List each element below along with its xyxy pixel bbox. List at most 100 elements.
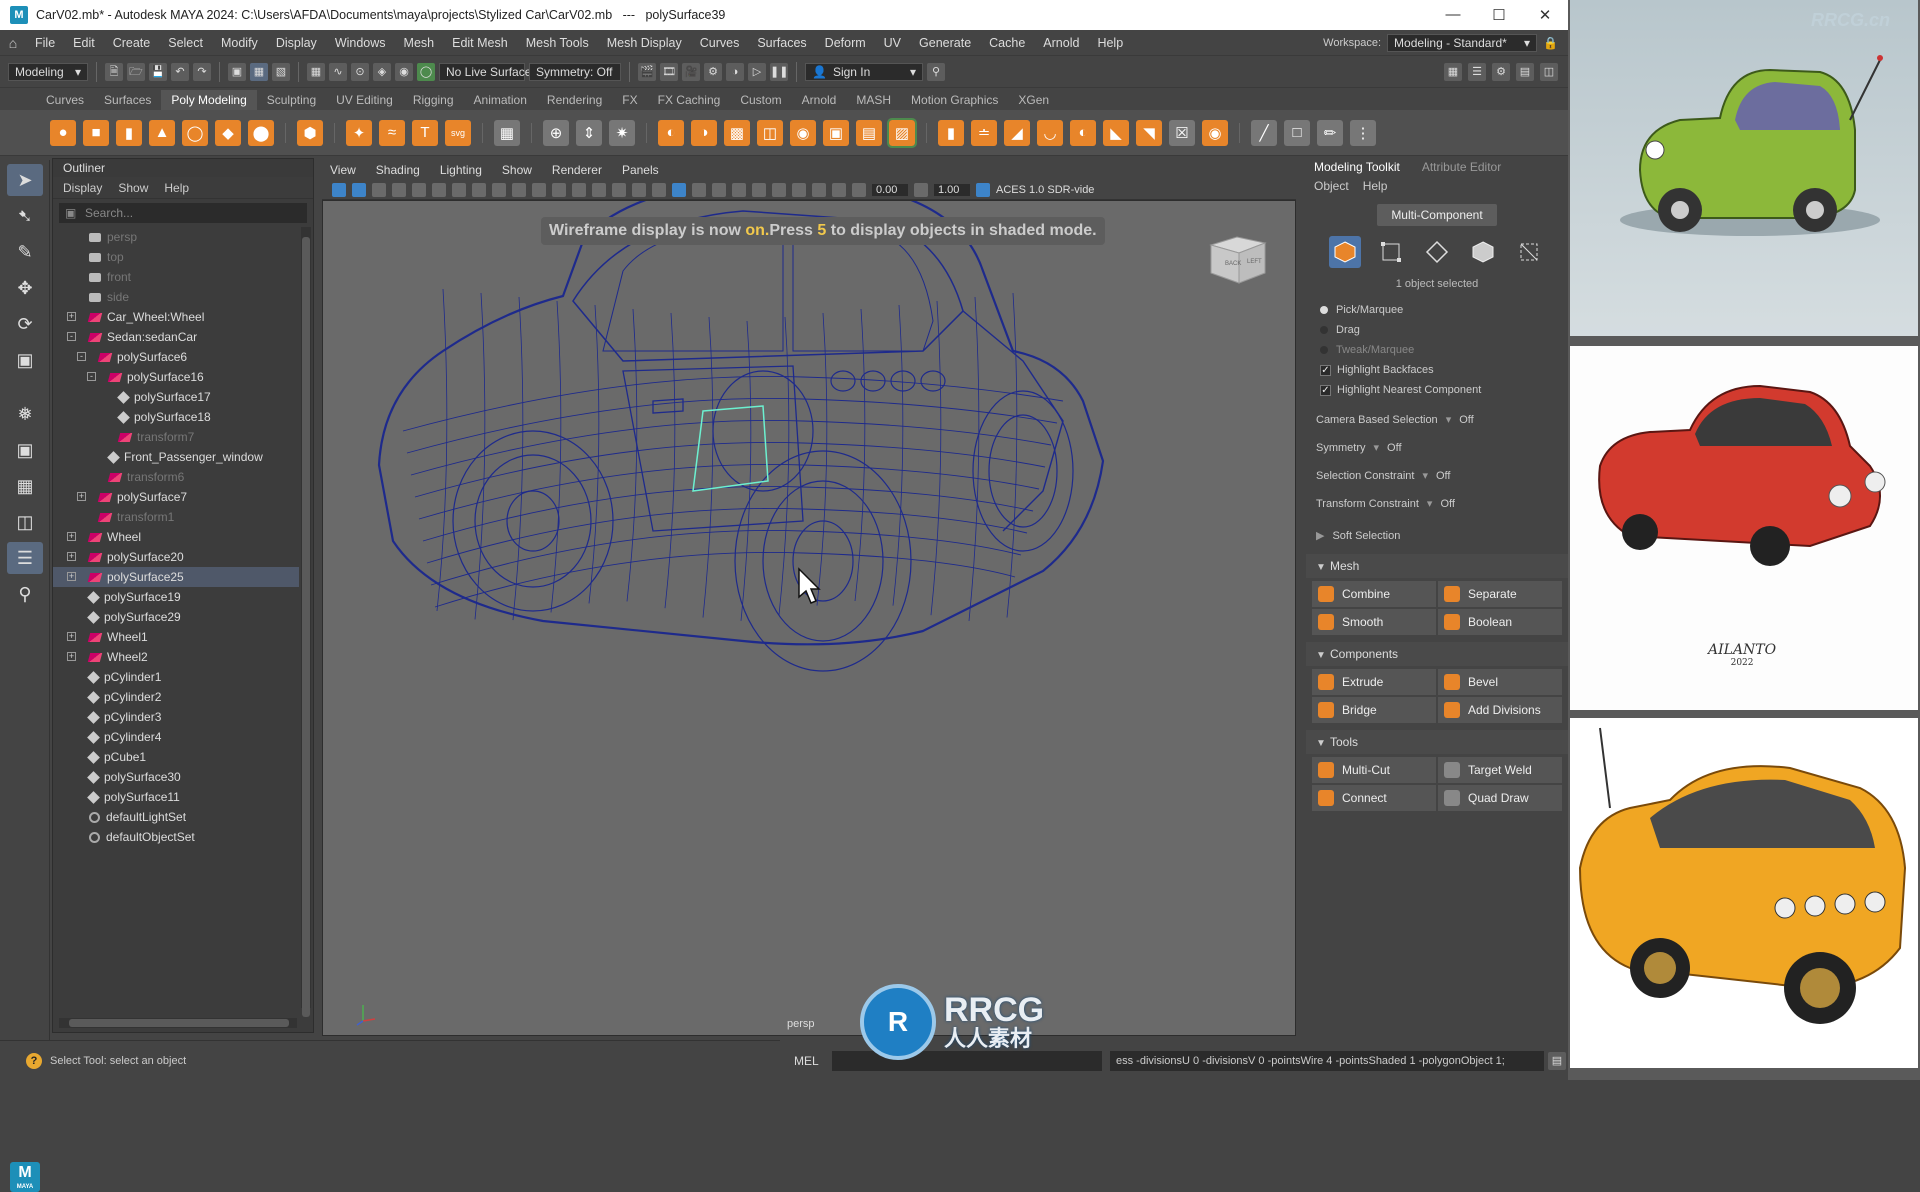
menu-file[interactable]: File xyxy=(26,36,64,50)
last-tool-icon[interactable]: ❅ xyxy=(7,398,43,430)
menu-windows[interactable]: Windows xyxy=(326,36,395,50)
poke-icon[interactable]: ☒ xyxy=(1169,119,1195,146)
boolean-icon[interactable]: ▣ xyxy=(823,119,849,146)
render-settings-icon[interactable]: ⚙ xyxy=(704,62,722,81)
menu-display[interactable]: Display xyxy=(267,36,326,50)
shelf-tab-rigging[interactable]: Rigging xyxy=(403,90,464,110)
open-scene-icon[interactable]: 🗁 xyxy=(127,62,145,81)
viewport-menu-panels[interactable]: Panels xyxy=(622,163,659,177)
select-by-hierarchy-icon[interactable]: ▣ xyxy=(228,62,246,81)
bevel-button[interactable]: Bevel xyxy=(1438,669,1562,695)
shelf-tab-fx-caching[interactable]: FX Caching xyxy=(648,90,731,110)
combine-button[interactable]: Combine xyxy=(1312,581,1436,607)
outliner-item[interactable]: - polySurface6 xyxy=(53,347,299,367)
bevel-icon[interactable]: ◢ xyxy=(1004,119,1030,146)
rotate-tool-icon[interactable]: ⟳ xyxy=(7,308,43,340)
center-pivot-icon[interactable]: ✷ xyxy=(609,119,635,146)
menu-mesh[interactable]: Mesh xyxy=(395,36,444,50)
multi-cut-icon[interactable]: ╱ xyxy=(1251,119,1277,146)
viewport-menu-view[interactable]: View xyxy=(330,163,356,177)
motion-blur-icon[interactable] xyxy=(712,182,726,197)
circularize-icon[interactable]: ◉ xyxy=(1202,119,1228,146)
search-help-icon[interactable]: ⚲ xyxy=(927,62,945,81)
option-transform-constraint[interactable]: Transform Constraint ▾ Off xyxy=(1306,490,1568,518)
outliner-item[interactable]: + polySurface7 xyxy=(53,487,299,507)
layer-editor-toggle-icon[interactable]: ◫ xyxy=(1540,62,1558,81)
outliner-item[interactable]: Front_Passenger_window xyxy=(53,447,299,467)
snap-grid-icon[interactable]: ▦ xyxy=(307,62,325,81)
expand-icon[interactable]: + xyxy=(67,312,76,321)
wireframe-icon[interactable] xyxy=(572,182,586,197)
car-wireframe[interactable] xyxy=(323,201,1296,1036)
tools-section-header[interactable]: ▼ Tools xyxy=(1306,730,1568,754)
shelf-tab-curves[interactable]: Curves xyxy=(36,90,94,110)
svg-icon[interactable]: svg xyxy=(445,119,471,146)
pause-icon[interactable]: ❚❚ xyxy=(770,62,788,81)
menu-arnold[interactable]: Arnold xyxy=(1034,36,1088,50)
smooth-icon[interactable]: ◉ xyxy=(790,119,816,146)
two-pane-layout-icon[interactable]: ◫ xyxy=(7,506,43,538)
option-selection-constraint[interactable]: Selection Constraint ▾ Off xyxy=(1306,462,1568,490)
bridge-icon[interactable]: ≐ xyxy=(971,119,997,146)
components-section-header[interactable]: ▼ Components xyxy=(1306,642,1568,666)
tool-settings-toggle-icon[interactable]: ⚙ xyxy=(1492,62,1510,81)
script-editor-icon[interactable]: ▤ xyxy=(1548,1052,1566,1070)
sweep-mesh-icon[interactable]: ≈ xyxy=(379,119,405,146)
outliner-item[interactable]: defaultObjectSet xyxy=(53,827,299,847)
separate-button[interactable]: Separate xyxy=(1438,581,1562,607)
viewport-menu-show[interactable]: Show xyxy=(502,163,532,177)
grease-pencil-icon[interactable] xyxy=(412,182,426,197)
single-perspective-layout-icon[interactable]: ▣ xyxy=(7,434,43,466)
outliner-h-scrollbar[interactable] xyxy=(59,1018,297,1028)
checkbox-highlight-backfaces[interactable]: ✓ Highlight Backfaces xyxy=(1306,360,1568,380)
viewport-menu-lighting[interactable]: Lighting xyxy=(440,163,482,177)
super-shape-icon[interactable]: ✦ xyxy=(346,119,372,146)
menu-surfaces[interactable]: Surfaces xyxy=(748,36,815,50)
outliner-search-input[interactable]: Search... xyxy=(59,203,307,223)
snap-point-icon[interactable]: ⊙ xyxy=(351,62,369,81)
lasso-tool-icon[interactable]: ➷ xyxy=(7,200,43,232)
snap-curve-icon[interactable]: ∿ xyxy=(329,62,347,81)
mirror-icon[interactable]: ◫ xyxy=(757,119,783,146)
four-view-layout-icon[interactable]: ▦ xyxy=(7,470,43,502)
camera-lock-icon[interactable] xyxy=(432,182,446,197)
home-icon[interactable]: ⌂ xyxy=(0,35,26,51)
selected-component-highlight[interactable] xyxy=(692,405,769,492)
menu-mesh-display[interactable]: Mesh Display xyxy=(598,36,691,50)
menu-edit-mesh[interactable]: Edit Mesh xyxy=(443,36,517,50)
attribute-editor-toggle-icon[interactable]: ☰ xyxy=(1468,62,1486,81)
shadows-icon[interactable] xyxy=(672,182,686,197)
outliner-item[interactable]: - Sedan:sedanCar xyxy=(53,327,299,347)
outliner-item[interactable]: pCylinder3 xyxy=(53,707,299,727)
outliner-item[interactable]: pCylinder1 xyxy=(53,667,299,687)
bookmark-icon[interactable] xyxy=(372,182,386,197)
shelf-tab-uv-editing[interactable]: UV Editing xyxy=(326,90,403,110)
outliner-menu-help[interactable]: Help xyxy=(164,181,189,195)
outliner-item[interactable]: - polySurface16 xyxy=(53,367,299,387)
pivot-icon[interactable]: ⊕ xyxy=(543,119,569,146)
outliner-scrollbar[interactable] xyxy=(301,227,311,1017)
outliner-menu-show[interactable]: Show xyxy=(118,181,148,195)
platonic-solid-icon[interactable]: ⬢ xyxy=(297,119,323,146)
use-lights-icon[interactable] xyxy=(652,182,666,197)
bevel-edge-icon[interactable]: ◣ xyxy=(1103,119,1129,146)
film-gate-icon[interactable] xyxy=(452,182,466,197)
soft-selection-row[interactable]: ▶ Soft Selection xyxy=(1306,522,1568,550)
outliner-item[interactable]: + Wheel1 xyxy=(53,627,299,647)
expand-icon[interactable]: + xyxy=(67,532,76,541)
viewport-menu-renderer[interactable]: Renderer xyxy=(552,163,602,177)
type-icon[interactable]: T xyxy=(412,119,438,146)
checkmark-icon[interactable]: ✓ xyxy=(1320,384,1331,396)
smooth-button[interactable]: Smooth xyxy=(1312,609,1436,635)
radio-tweak-marquee[interactable]: Tweak/Marquee xyxy=(1306,340,1568,360)
poly-sphere-icon[interactable]: ● xyxy=(50,119,76,146)
outliner-item[interactable]: front xyxy=(53,267,299,287)
poly-cube-icon[interactable]: ■ xyxy=(83,119,109,146)
xray-joints-icon[interactable] xyxy=(812,182,826,197)
outliner-item[interactable]: defaultLightSet xyxy=(53,807,299,827)
expand-icon[interactable]: + xyxy=(67,632,76,641)
outliner-item[interactable]: polySurface18 xyxy=(53,407,299,427)
poly-torus-icon[interactable]: ◯ xyxy=(182,119,208,146)
live-surface-field[interactable]: No Live Surface xyxy=(439,62,531,81)
redo-icon[interactable]: ↷ xyxy=(193,62,211,81)
